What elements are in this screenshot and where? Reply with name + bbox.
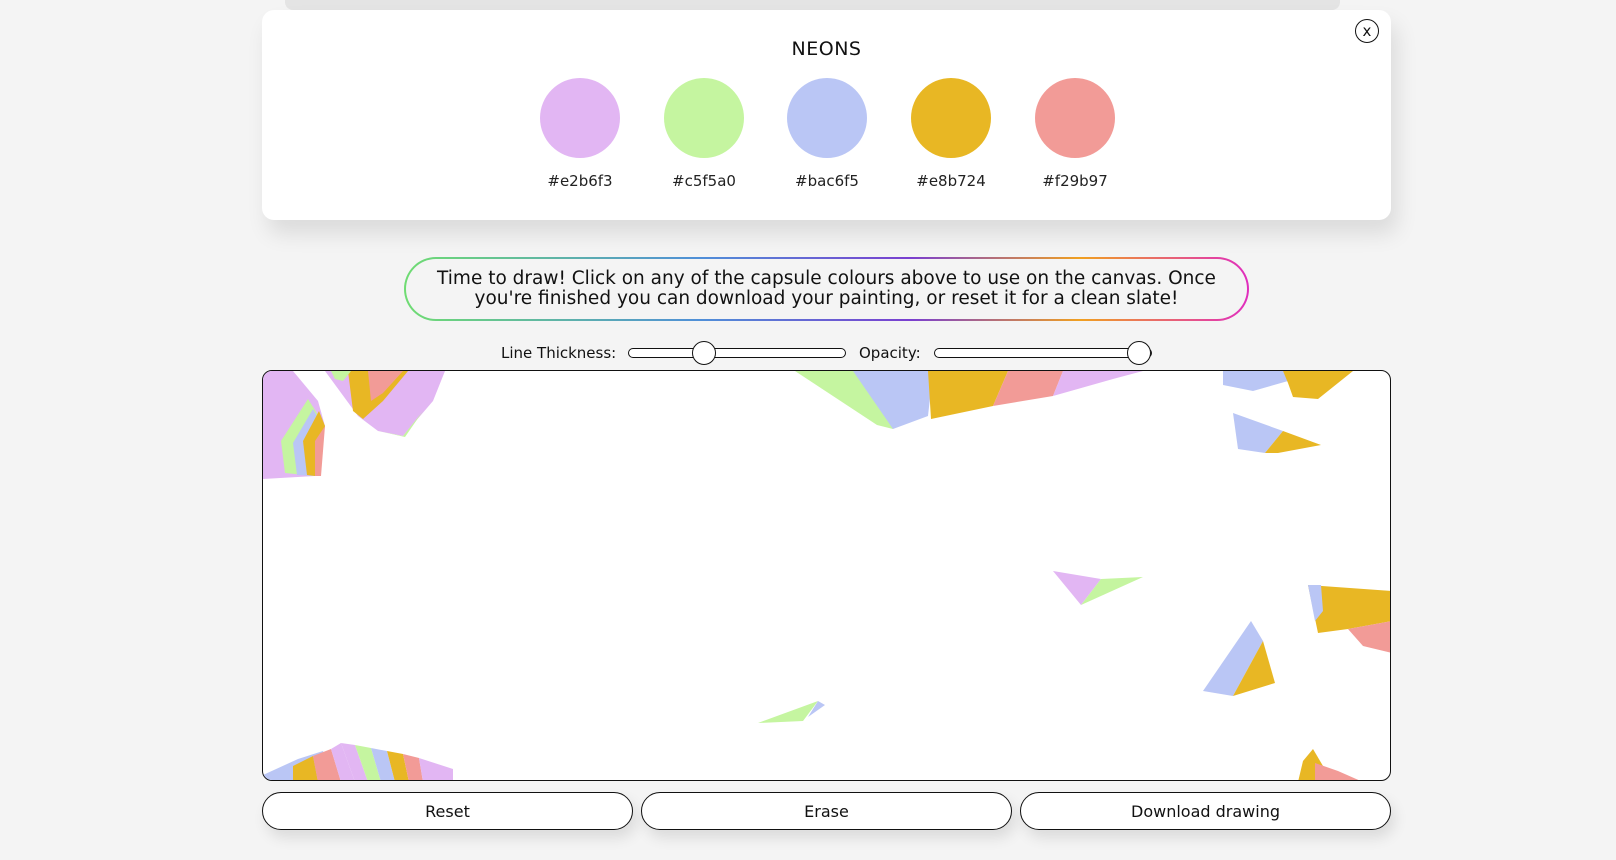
slider-handle[interactable] — [692, 341, 717, 365]
swatch-item: #f29b97 — [1025, 78, 1125, 190]
download-button[interactable]: Download drawing — [1020, 792, 1391, 830]
palette-card: NEONS x #e2b6f3 #c5f5a0 #bac6f5 #e8b724 … — [262, 10, 1391, 220]
opacity-label: Opacity: — [859, 344, 921, 362]
swatch-item: #e8b724 — [901, 78, 1001, 190]
color-capsule[interactable] — [787, 78, 867, 158]
paint-stroke — [1053, 371, 1143, 396]
color-hex-label: #f29b97 — [1042, 172, 1108, 190]
opacity-slider[interactable] — [934, 341, 1152, 365]
instructions-banner: Time to draw! Click on any of the capsul… — [404, 257, 1249, 321]
slider-handle[interactable] — [1127, 341, 1151, 365]
line-thickness-slider[interactable] — [628, 341, 846, 365]
color-hex-label: #c5f5a0 — [672, 172, 736, 190]
paint-stroke — [1315, 763, 1359, 780]
palette-title: NEONS — [791, 38, 862, 60]
reset-button[interactable]: Reset — [262, 792, 633, 830]
color-hex-label: #bac6f5 — [795, 172, 859, 190]
header-strip — [285, 0, 1340, 10]
color-hex-label: #e2b6f3 — [547, 172, 613, 190]
brush-controls: Line Thickness: Opacity: — [0, 340, 1616, 366]
paint-stroke — [758, 701, 818, 723]
instructions-text: Time to draw! Click on any of the capsul… — [406, 259, 1247, 319]
color-capsule[interactable] — [1035, 78, 1115, 158]
paint-stroke — [1053, 571, 1101, 605]
canvas-strokes — [263, 371, 1390, 780]
drawing-canvas[interactable] — [262, 370, 1391, 781]
paint-stroke — [419, 758, 453, 780]
instructions-line-1: Time to draw! Click on any of the capsul… — [437, 268, 1216, 289]
close-icon[interactable]: x — [1355, 19, 1379, 43]
color-hex-label: #e8b724 — [916, 172, 986, 190]
erase-button[interactable]: Erase — [641, 792, 1012, 830]
swatch-item: #bac6f5 — [777, 78, 877, 190]
paint-stroke — [928, 371, 1008, 419]
paint-stroke — [1223, 371, 1288, 391]
paint-stroke — [1283, 371, 1353, 399]
color-capsule[interactable] — [664, 78, 744, 158]
instructions-line-2: you're finished you can download your pa… — [474, 288, 1179, 309]
color-capsule[interactable] — [540, 78, 620, 158]
swatch-item: #c5f5a0 — [654, 78, 754, 190]
swatch-item: #e2b6f3 — [530, 78, 630, 190]
color-capsule[interactable] — [911, 78, 991, 158]
line-thickness-label: Line Thickness: — [501, 344, 617, 362]
